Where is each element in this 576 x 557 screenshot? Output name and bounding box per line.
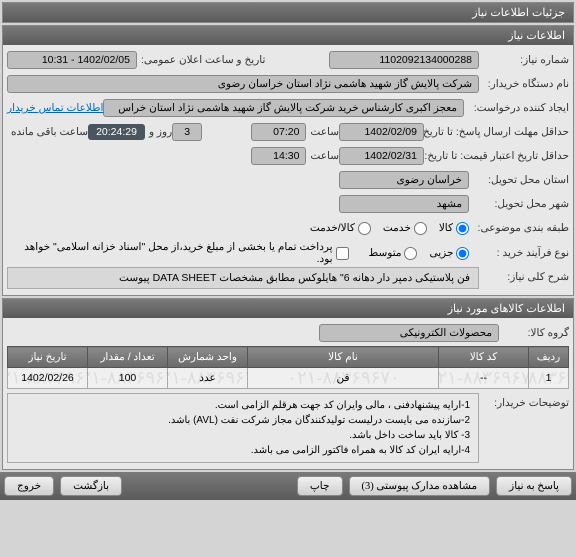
radio-kala[interactable]: کالا <box>439 222 469 235</box>
radio-khedmat-input[interactable] <box>414 222 427 235</box>
announce-value: 1402/02/05 - 10:31 <box>7 51 137 69</box>
valid-time: 14:30 <box>251 147 306 165</box>
desc-label: شرح کلی نیاز: <box>479 267 569 289</box>
process-radio-group: جزیی متوسط <box>369 247 470 260</box>
cell-code: -- <box>439 368 529 389</box>
group-value: محصولات الکترونیکی <box>319 324 499 342</box>
cell-idx: 1 <box>529 368 569 389</box>
attachments-button[interactable]: مشاهده مدارک پیوستی (3) <box>349 476 491 496</box>
desc-value: فن پلاستیکی دمپر دار دهانه 6" هایلوکس مط… <box>7 267 479 289</box>
valid-label: حداقل تاریخ اعتبار قیمت: تا تاریخ: <box>424 150 569 162</box>
valid-date: 1402/02/31 <box>339 147 424 165</box>
cell-qty: 100 <box>88 368 168 389</box>
cell-unit: عدد <box>168 368 248 389</box>
radio-joz-input[interactable] <box>456 247 469 260</box>
announce-label: تاریخ و ساعت اعلان عمومی: <box>137 54 265 66</box>
countdown-timer: 20:24:29 <box>88 124 145 140</box>
province-value: خراسان رضوی <box>339 171 469 189</box>
info-header: اطلاعات نیاز <box>3 26 573 45</box>
need-no-label: شماره نیاز: <box>479 54 569 66</box>
deadline-label: حداقل مهلت ارسال پاسخ: تا تاریخ: <box>424 126 569 138</box>
th-code: کد کالا <box>439 347 529 368</box>
radio-both-input[interactable] <box>358 222 371 235</box>
remain-label: ساعت باقی مانده <box>7 126 88 138</box>
time-label-2: ساعت <box>306 150 339 162</box>
info-panel: اطلاعات نیاز شماره نیاز: 110209213400028… <box>2 25 574 296</box>
th-name: نام کالا <box>248 347 439 368</box>
category-label: طبقه بندی موضوعی: <box>469 222 569 234</box>
print-button[interactable]: چاپ <box>297 476 343 496</box>
th-qty: تعداد / مقدار <box>88 347 168 368</box>
group-label: گروه کالا: <box>499 327 569 339</box>
exit-button[interactable]: خروج <box>4 476 54 496</box>
radio-joz[interactable]: جزیی <box>429 247 469 260</box>
respond-button[interactable]: پاسخ به نیاز <box>496 476 572 496</box>
radio-khedmat[interactable]: خدمت <box>383 222 427 235</box>
category-radio-group: کالا خدمت کالا/خدمت <box>310 222 469 235</box>
notes-label: توضیحات خریدار: <box>479 393 569 409</box>
city-label: شهر محل تحویل: <box>469 198 569 210</box>
contact-link[interactable]: اطلاعات تماس خریدار <box>7 102 103 114</box>
button-bar: پاسخ به نیاز مشاهده مدارک پیوستی (3) چاپ… <box>0 472 576 500</box>
deadline-time: 07:20 <box>251 123 306 141</box>
th-date: تاریخ نیاز <box>8 347 88 368</box>
cell-date: 1402/02/26 <box>8 368 88 389</box>
details-header: جزئیات اطلاعات نیاز <box>3 3 573 22</box>
radio-both[interactable]: کالا/خدمت <box>310 222 371 235</box>
days-label: روز و <box>145 126 172 138</box>
th-unit: واحد شمارش <box>168 347 248 368</box>
goods-table: ردیف کد کالا نام کالا واحد شمارش تعداد /… <box>7 346 569 389</box>
details-panel: جزئیات اطلاعات نیاز <box>2 2 574 23</box>
city-value: مشهد <box>339 195 469 213</box>
th-idx: ردیف <box>529 347 569 368</box>
creator-label: ایجاد کننده درخواست: <box>464 102 569 114</box>
deadline-date: 1402/02/09 <box>339 123 424 141</box>
radio-moto[interactable]: متوسط <box>369 247 418 260</box>
time-label-1: ساعت <box>306 126 339 138</box>
creator-value: معجز اکبری کارشناس خرید شرکت پالایش گاز … <box>103 99 464 117</box>
process-label: نوع فرآیند خرید : <box>469 247 569 259</box>
back-button[interactable]: بازگشت <box>60 476 122 496</box>
buyer-value: شرکت پالایش گاز شهید هاشمی نژاد استان خر… <box>7 75 479 93</box>
days-value: 3 <box>172 123 202 141</box>
payment-checkbox[interactable]: پرداخت تمام یا بخشی از مبلغ خرید،از محل … <box>7 241 349 265</box>
table-row: 1 -- فن عدد 100 1402/02/26 <box>8 368 569 389</box>
radio-kala-input[interactable] <box>456 222 469 235</box>
goods-header: اطلاعات کالاهای مورد نیاز <box>3 299 573 318</box>
need-no-value: 1102092134000288 <box>329 51 479 69</box>
radio-moto-input[interactable] <box>404 247 417 260</box>
goods-panel: اطلاعات کالاهای مورد نیاز گروه کالا: محص… <box>2 298 574 470</box>
payment-checkbox-input[interactable] <box>336 247 349 260</box>
buyer-label: نام دستگاه خریدار: <box>479 78 569 90</box>
buyer-notes: 1-ارایه پیشنهادفنی ، مالی وایران کد جهت … <box>7 393 479 463</box>
province-label: استان محل تحویل: <box>469 174 569 186</box>
cell-name: فن <box>248 368 439 389</box>
